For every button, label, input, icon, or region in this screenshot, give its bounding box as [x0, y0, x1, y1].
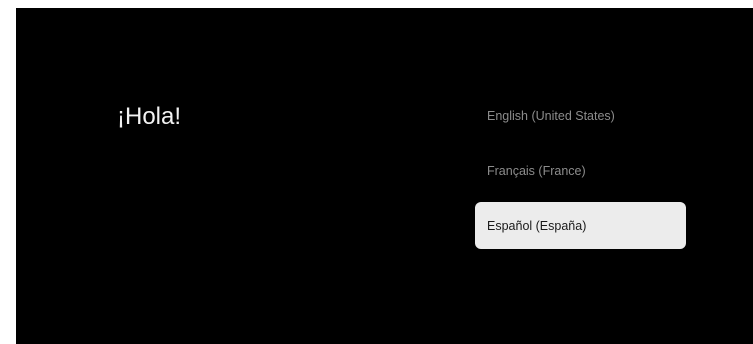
welcome-screen: ¡Hola! English (United States) Français …	[16, 8, 753, 344]
language-option-label: Français (France)	[487, 163, 586, 178]
language-option-label: Español (España)	[487, 218, 587, 233]
language-list: English (United States) Français (France…	[475, 92, 686, 257]
language-option-french-france[interactable]: Français (France)	[475, 147, 686, 194]
language-option-spanish-spain[interactable]: Español (España)	[475, 202, 686, 249]
language-option-label: English (United States)	[487, 108, 615, 123]
greeting-title: ¡Hola!	[117, 103, 182, 130]
language-option-english-us[interactable]: English (United States)	[475, 92, 686, 139]
